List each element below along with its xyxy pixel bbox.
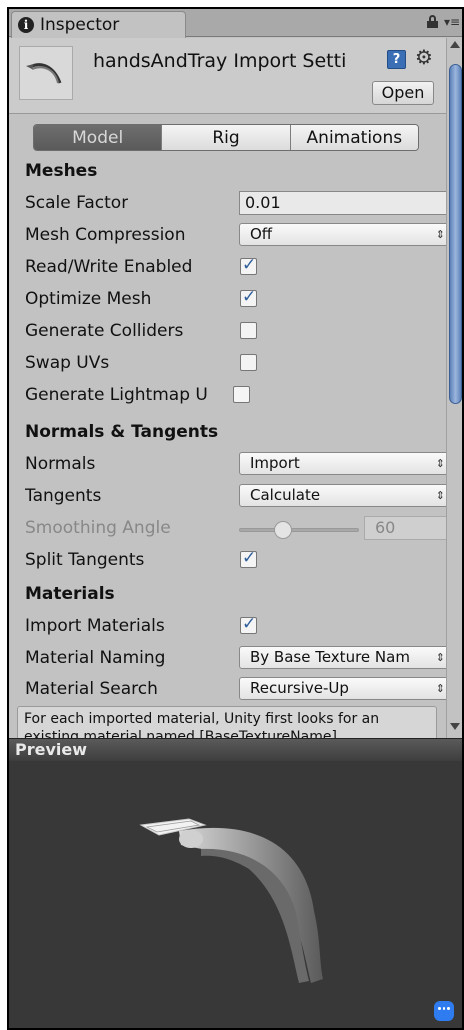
generate-colliders-checkbox[interactable] <box>240 322 257 339</box>
material-search-dropdown[interactable]: Recursive-Up ⇕ <box>239 677 446 700</box>
lock-icon[interactable] <box>427 15 438 28</box>
split-tangents-checkbox[interactable] <box>240 548 257 568</box>
smoothing-angle-label: Smoothing Angle <box>25 518 171 538</box>
generate-lightmap-label: Generate Lightmap U <box>25 385 208 405</box>
row-material-naming: Material Naming By Base Texture Nam ⇕ <box>25 646 446 674</box>
row-tangents: Tangents Calculate ⇕ <box>25 484 446 512</box>
swap-uvs-checkbox[interactable] <box>240 354 257 371</box>
split-tangents-label: Split Tangents <box>25 550 145 570</box>
info-icon: i <box>18 17 34 33</box>
row-optimize-mesh: Optimize Mesh <box>25 287 445 315</box>
row-smoothing-angle: Smoothing Angle 60 <box>25 516 446 544</box>
model-preview-render <box>139 818 323 983</box>
normals-dropdown[interactable]: Import ⇕ <box>239 452 446 475</box>
tab-inspector[interactable]: i Inspector <box>11 11 186 38</box>
tab-rig[interactable]: Rig <box>161 125 290 150</box>
scrollbar-thumb[interactable] <box>449 64 462 404</box>
mesh-compression-label: Mesh Compression <box>25 225 186 245</box>
preview-header[interactable]: Preview <box>9 738 462 761</box>
smoothing-angle-slider-knob[interactable] <box>274 521 292 539</box>
row-import-materials: Import Materials <box>25 614 445 642</box>
tab-model[interactable]: Model <box>34 125 162 150</box>
asset-thumbnail <box>19 46 73 100</box>
smoothing-angle-slider[interactable] <box>239 528 359 532</box>
gear-icon[interactable]: ⚙ <box>415 47 433 67</box>
scroll-down-icon[interactable] <box>450 723 460 730</box>
optimize-mesh-checkbox[interactable] <box>240 287 257 307</box>
section-meshes: Meshes <box>25 161 98 181</box>
dropdown-arrows-icon: ⇕ <box>435 651 445 664</box>
menu-icon[interactable]: ▾≡ <box>444 16 460 29</box>
tab-animations[interactable]: Animations <box>289 125 418 150</box>
model-preview[interactable] <box>9 761 462 1028</box>
material-naming-label: Material Naming <box>25 648 166 668</box>
dropdown-arrows-icon: ⇕ <box>435 457 445 470</box>
normals-label: Normals <box>25 454 96 474</box>
row-swap-uvs: Swap UVs <box>25 351 445 379</box>
row-read-write: Read/Write Enabled <box>25 255 445 283</box>
tab-label: Inspector <box>40 15 120 35</box>
swap-uvs-label: Swap UVs <box>25 353 110 373</box>
row-material-search: Material Search Recursive-Up ⇕ <box>25 677 446 705</box>
tangents-dropdown[interactable]: Calculate ⇕ <box>239 484 446 507</box>
row-normals: Normals Import ⇕ <box>25 452 446 480</box>
scale-factor-input[interactable]: 0.01 <box>239 191 446 215</box>
generate-lightmap-checkbox[interactable] <box>233 386 250 403</box>
scale-factor-label: Scale Factor <box>25 193 129 213</box>
import-settings-panel: Model Rig Animations Meshes Scale Factor… <box>9 114 446 738</box>
dropdown-arrows-icon: ⇕ <box>435 228 445 241</box>
read-write-checkbox[interactable] <box>240 255 257 275</box>
generate-colliders-label: Generate Colliders <box>25 321 184 341</box>
help-icon[interactable]: ? <box>387 50 406 69</box>
row-generate-lightmap: Generate Lightmap U <box>25 383 445 411</box>
asset-title: handsAndTray Import Setti <box>93 50 347 72</box>
open-button[interactable]: Open <box>372 81 434 105</box>
row-generate-colliders: Generate Colliders <box>25 319 445 347</box>
section-materials: Materials <box>25 584 115 604</box>
row-mesh-compression: Mesh Compression Off ⇕ <box>25 223 446 251</box>
tangents-label: Tangents <box>25 486 102 506</box>
tab-bar: i Inspector ▾≡ <box>9 9 462 38</box>
preview-options-icon[interactable] <box>434 1001 454 1021</box>
vertical-scrollbar[interactable] <box>446 38 462 738</box>
mesh-compression-dropdown[interactable]: Off ⇕ <box>239 223 446 246</box>
scroll-up-icon[interactable] <box>450 41 460 48</box>
read-write-label: Read/Write Enabled <box>25 257 193 277</box>
section-normals-tangents: Normals & Tangents <box>25 422 219 442</box>
import-materials-label: Import Materials <box>25 616 165 636</box>
import-materials-checkbox[interactable] <box>240 614 257 634</box>
material-help-box: For each imported material, Unity first … <box>17 706 437 738</box>
import-tabs: Model Rig Animations <box>33 124 419 151</box>
optimize-mesh-label: Optimize Mesh <box>25 289 152 309</box>
dropdown-arrows-icon: ⇕ <box>435 682 445 695</box>
material-naming-dropdown[interactable]: By Base Texture Nam ⇕ <box>239 646 446 669</box>
smoothing-angle-input[interactable]: 60 <box>364 516 446 540</box>
inspector-window: i Inspector ▾≡ handsAndTray Import Setti… <box>7 7 464 1030</box>
material-search-label: Material Search <box>25 679 158 699</box>
asset-header: handsAndTray Import Setti ? ⚙ Open <box>9 38 446 114</box>
dropdown-arrows-icon: ⇕ <box>435 489 445 502</box>
row-scale-factor: Scale Factor 0.01 <box>25 191 446 219</box>
row-split-tangents: Split Tangents <box>25 548 445 576</box>
